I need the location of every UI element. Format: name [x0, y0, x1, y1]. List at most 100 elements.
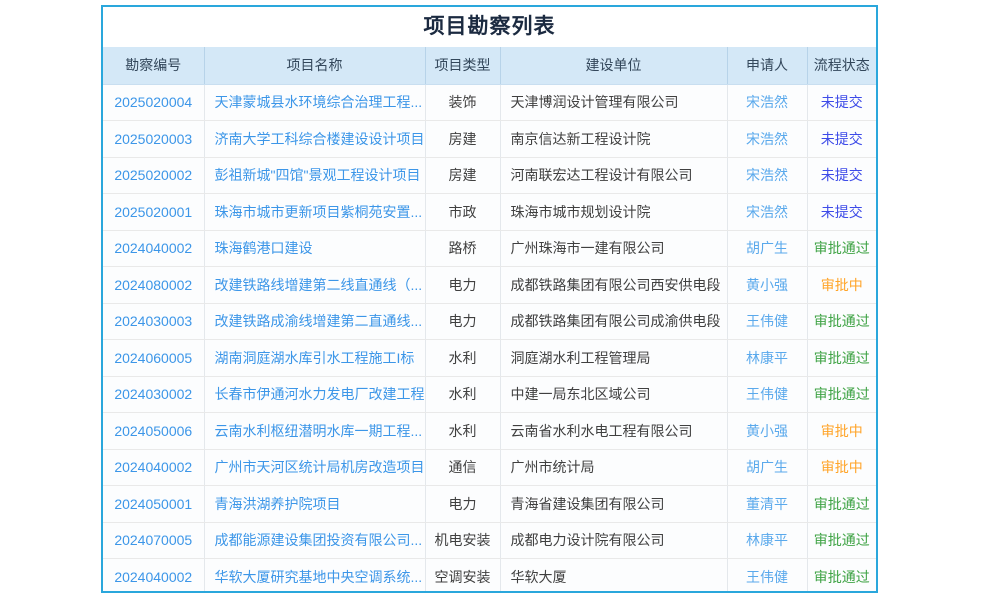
project-name-link[interactable]: 云南水利枢纽潜明水库一期工程... [215, 423, 423, 439]
status-label: 未提交 [821, 94, 863, 110]
status-label: 审批通过 [814, 569, 870, 585]
construction-unit-label: 成都铁路集团有限公司西安供电段 [500, 267, 727, 304]
construction-unit-label: 成都电力设计院有限公司 [500, 522, 727, 559]
project-name-link[interactable]: 华软大厦研究基地中央空调系统... [215, 569, 423, 585]
applicant-link[interactable]: 胡广生 [746, 240, 788, 256]
table-body: 2025020004 天津蒙城县水环境综合治理工程... 装饰 天津博润设计管理… [103, 84, 876, 593]
survey-id-link[interactable]: 2024070005 [114, 532, 192, 548]
project-name-link[interactable]: 长春市伊通河水力发电厂改建工程 [215, 386, 425, 402]
table-row: 2024040002 广州市天河区统计局机房改造项目 通信 广州市统计局 胡广生… [103, 449, 876, 486]
applicant-link[interactable]: 王伟健 [746, 569, 788, 585]
applicant-link[interactable]: 宋浩然 [746, 167, 788, 183]
table-row: 2024040002 华软大厦研究基地中央空调系统... 空调安装 华软大厦 王… [103, 559, 876, 594]
applicant-link[interactable]: 王伟健 [746, 313, 788, 329]
project-type-label: 机电安装 [425, 522, 500, 559]
survey-id-link[interactable]: 2024080002 [114, 277, 192, 293]
survey-id-link[interactable]: 2024060005 [114, 350, 192, 366]
project-type-label: 电力 [425, 303, 500, 340]
applicant-link[interactable]: 宋浩然 [746, 131, 788, 147]
status-label: 审批通过 [814, 240, 870, 256]
applicant-link[interactable]: 黄小强 [746, 423, 788, 439]
table-row: 2024040002 珠海鹤港口建设 路桥 广州珠海市一建有限公司 胡广生 审批… [103, 230, 876, 267]
status-label: 审批通过 [814, 496, 870, 512]
project-name-link[interactable]: 改建铁路成渝线增建第二直通线... [215, 313, 423, 329]
construction-unit-label: 广州珠海市一建有限公司 [500, 230, 727, 267]
project-name-link[interactable]: 珠海鹤港口建设 [215, 240, 313, 256]
project-type-label: 装饰 [425, 84, 500, 121]
survey-id-link[interactable]: 2025020004 [114, 94, 192, 110]
table-row: 2024050006 云南水利枢纽潜明水库一期工程... 水利 云南省水利水电工… [103, 413, 876, 450]
survey-id-link[interactable]: 2025020003 [114, 131, 192, 147]
status-label: 审批中 [821, 277, 863, 293]
project-type-label: 水利 [425, 413, 500, 450]
column-header-construction-unit: 建设单位 [500, 47, 727, 84]
page-title: 项目勘察列表 [103, 7, 876, 47]
column-header-flow-status: 流程状态 [807, 47, 876, 84]
construction-unit-label: 天津博润设计管理有限公司 [500, 84, 727, 121]
project-type-label: 通信 [425, 449, 500, 486]
project-name-link[interactable]: 改建铁路线增建第二线直通线（... [215, 277, 423, 293]
table-row: 2025020001 珠海市城市更新项目紫桐苑安置... 市政 珠海市城市规划设… [103, 194, 876, 231]
applicant-link[interactable]: 黄小强 [746, 277, 788, 293]
survey-id-link[interactable]: 2025020002 [114, 167, 192, 183]
table-row: 2024060005 湖南洞庭湖水库引水工程施工I标 水利 洞庭湖水利工程管理局… [103, 340, 876, 377]
survey-id-link[interactable]: 2024050006 [114, 423, 192, 439]
status-label: 审批通过 [814, 386, 870, 402]
project-name-link[interactable]: 济南大学工科综合楼建设设计项目 [215, 131, 425, 147]
applicant-link[interactable]: 董清平 [746, 496, 788, 512]
construction-unit-label: 珠海市城市规划设计院 [500, 194, 727, 231]
project-type-label: 房建 [425, 157, 500, 194]
construction-unit-label: 洞庭湖水利工程管理局 [500, 340, 727, 377]
column-header-survey-id: 勘察编号 [103, 47, 204, 84]
project-name-link[interactable]: 湖南洞庭湖水库引水工程施工I标 [215, 350, 415, 366]
survey-id-link[interactable]: 2025020001 [114, 204, 192, 220]
status-label: 未提交 [821, 204, 863, 220]
project-type-label: 水利 [425, 340, 500, 377]
project-name-link[interactable]: 青海洪湖养护院项目 [215, 496, 341, 512]
construction-unit-label: 南京信达新工程设计院 [500, 121, 727, 158]
construction-unit-label: 成都铁路集团有限公司成渝供电段 [500, 303, 727, 340]
project-name-link[interactable]: 广州市天河区统计局机房改造项目 [215, 459, 425, 475]
project-name-link[interactable]: 天津蒙城县水环境综合治理工程... [215, 94, 423, 110]
survey-id-link[interactable]: 2024030003 [114, 313, 192, 329]
project-type-label: 市政 [425, 194, 500, 231]
column-header-project-type: 项目类型 [425, 47, 500, 84]
project-type-label: 水利 [425, 376, 500, 413]
table-row: 2025020002 彭祖新城"四馆"景观工程设计项目 房建 河南联宏达工程设计… [103, 157, 876, 194]
project-type-label: 房建 [425, 121, 500, 158]
project-type-label: 路桥 [425, 230, 500, 267]
project-type-label: 空调安装 [425, 559, 500, 594]
status-label: 审批通过 [814, 313, 870, 329]
construction-unit-label: 青海省建设集团有限公司 [500, 486, 727, 523]
column-header-applicant: 申请人 [727, 47, 807, 84]
construction-unit-label: 河南联宏达工程设计有限公司 [500, 157, 727, 194]
applicant-link[interactable]: 胡广生 [746, 459, 788, 475]
status-label: 未提交 [821, 167, 863, 183]
applicant-link[interactable]: 宋浩然 [746, 204, 788, 220]
status-label: 审批中 [821, 459, 863, 475]
project-name-link[interactable]: 彭祖新城"四馆"景观工程设计项目 [215, 167, 421, 183]
status-label: 审批中 [821, 423, 863, 439]
project-name-link[interactable]: 珠海市城市更新项目紫桐苑安置... [215, 204, 423, 220]
survey-id-link[interactable]: 2024030002 [114, 386, 192, 402]
project-type-label: 电力 [425, 267, 500, 304]
construction-unit-label: 华软大厦 [500, 559, 727, 594]
project-survey-card: 项目勘察列表 勘察编号 项目名称 项目类型 建设单位 申请人 流程状态 2025… [101, 5, 878, 593]
applicant-link[interactable]: 林康平 [746, 532, 788, 548]
applicant-link[interactable]: 王伟健 [746, 386, 788, 402]
column-header-project-name: 项目名称 [204, 47, 425, 84]
survey-id-link[interactable]: 2024050001 [114, 496, 192, 512]
table-row: 2024030002 长春市伊通河水力发电厂改建工程 水利 中建一局东北区域公司… [103, 376, 876, 413]
applicant-link[interactable]: 林康平 [746, 350, 788, 366]
table-row: 2025020004 天津蒙城县水环境综合治理工程... 装饰 天津博润设计管理… [103, 84, 876, 121]
construction-unit-label: 云南省水利水电工程有限公司 [500, 413, 727, 450]
survey-id-link[interactable]: 2024040002 [114, 569, 192, 585]
table-row: 2024080002 改建铁路线增建第二线直通线（... 电力 成都铁路集团有限… [103, 267, 876, 304]
project-name-link[interactable]: 成都能源建设集团投资有限公司... [215, 532, 423, 548]
applicant-link[interactable]: 宋浩然 [746, 94, 788, 110]
table-row: 2025020003 济南大学工科综合楼建设设计项目 房建 南京信达新工程设计院… [103, 121, 876, 158]
survey-table: 勘察编号 项目名称 项目类型 建设单位 申请人 流程状态 2025020004 … [103, 47, 876, 593]
table-row: 2024030003 改建铁路成渝线增建第二直通线... 电力 成都铁路集团有限… [103, 303, 876, 340]
survey-id-link[interactable]: 2024040002 [114, 459, 192, 475]
survey-id-link[interactable]: 2024040002 [114, 240, 192, 256]
